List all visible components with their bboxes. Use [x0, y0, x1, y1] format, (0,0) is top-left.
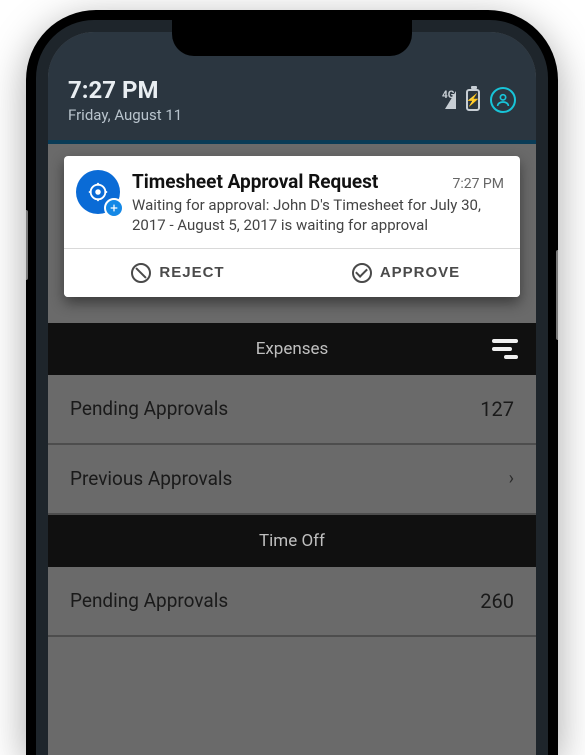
status-icons: 4G ⚡ — [445, 87, 516, 113]
signal-label: 4G — [442, 90, 455, 101]
section-header-expenses: Expenses — [48, 323, 536, 375]
section-header-expenses-label: Expenses — [256, 339, 329, 359]
chevron-right-icon: › — [509, 468, 514, 489]
row-timeoff-pending[interactable]: Pending Approvals 260 — [48, 567, 536, 637]
notification-body: Timesheet Approval Request 7:27 PM Waiti… — [64, 156, 520, 248]
row-label: Previous Approvals — [70, 467, 232, 490]
row-label: Pending Approvals — [70, 397, 228, 420]
reject-icon — [131, 263, 151, 283]
phone-bezel: 7:27 PM Friday, August 11 4G ⚡ — [36, 20, 548, 755]
signal-icon: 4G — [445, 91, 456, 109]
phone-frame: 7:27 PM Friday, August 11 4G ⚡ — [26, 10, 558, 755]
app-icon — [76, 170, 120, 214]
reject-button[interactable]: REJECT — [64, 249, 292, 297]
row-count: 260 — [480, 589, 514, 613]
notification-title: Timesheet Approval Request — [132, 170, 378, 193]
row-label: Pending Approvals — [70, 589, 228, 612]
status-date: Friday, August 11 — [68, 106, 182, 124]
battery-glyph: ⚡ — [466, 93, 481, 107]
battery-icon: ⚡ — [466, 89, 480, 111]
notification-message: Waiting for approval: John D's Timesheet… — [132, 195, 504, 236]
background-app: Expenses Pending Approvals 127 Previous … — [48, 323, 536, 637]
row-expenses-pending[interactable]: Pending Approvals 127 — [48, 375, 536, 445]
screen: 7:27 PM Friday, August 11 4G ⚡ — [48, 32, 536, 755]
section-header-timeoff-label: Time Off — [259, 531, 325, 551]
notification-actions: REJECT APPROVE — [64, 248, 520, 297]
app-icon-badge — [104, 198, 124, 218]
approve-label: APPROVE — [380, 264, 460, 281]
notification-time: 7:27 PM — [452, 176, 504, 192]
clock-block: 7:27 PM Friday, August 11 — [68, 76, 182, 124]
filter-icon[interactable] — [492, 339, 518, 359]
reject-label: REJECT — [159, 264, 224, 281]
phone-notch — [172, 20, 412, 56]
status-time: 7:27 PM — [68, 76, 182, 104]
row-expenses-previous[interactable]: Previous Approvals › — [48, 445, 536, 515]
notification-text: Timesheet Approval Request 7:27 PM Waiti… — [132, 170, 504, 236]
approve-icon — [352, 263, 372, 283]
profile-icon[interactable] — [490, 87, 516, 113]
approve-button[interactable]: APPROVE — [292, 249, 520, 297]
notification-card[interactable]: Timesheet Approval Request 7:27 PM Waiti… — [64, 156, 520, 297]
section-header-timeoff: Time Off — [48, 515, 536, 567]
row-count: 127 — [480, 397, 514, 421]
